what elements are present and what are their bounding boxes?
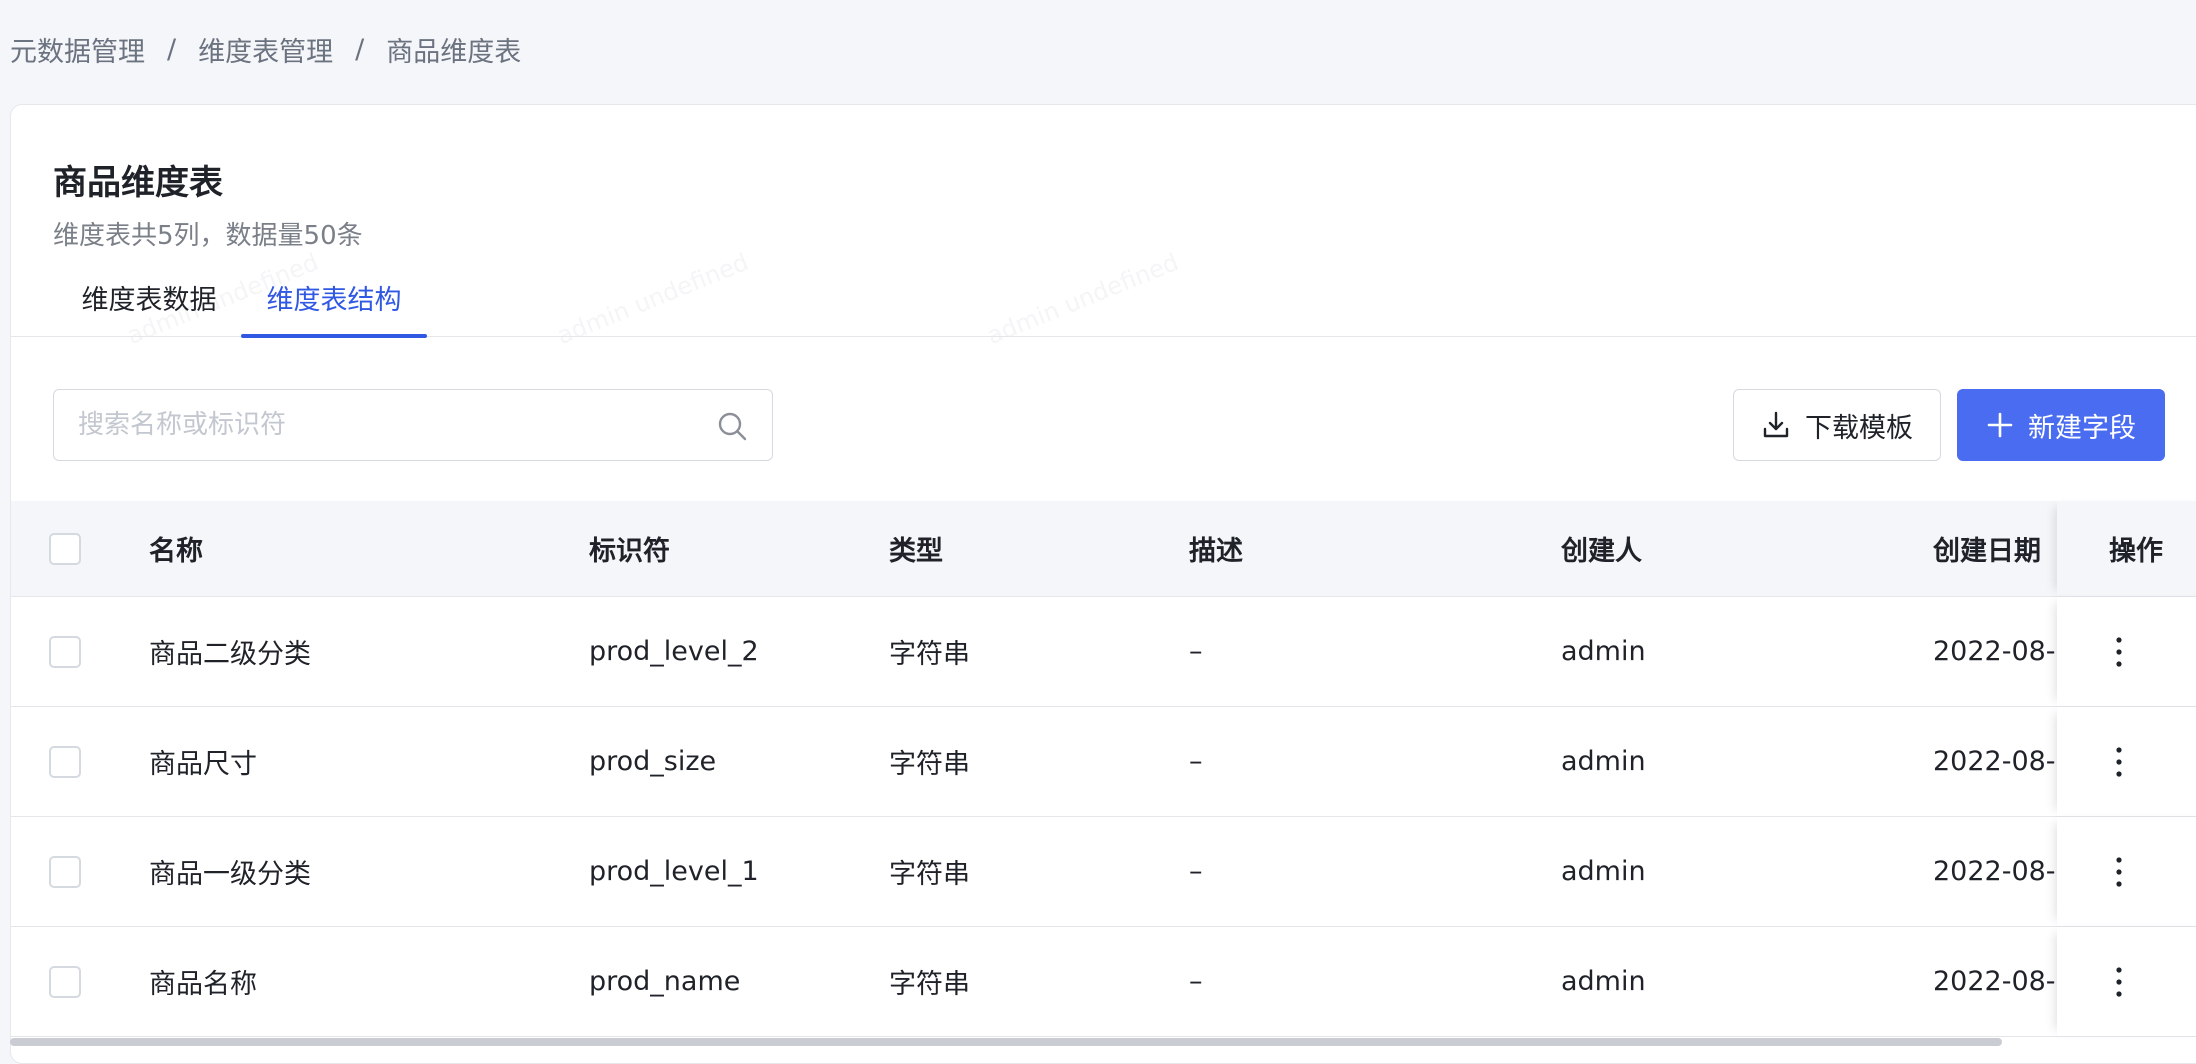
field-identifier: prod_level_2 <box>589 636 759 667</box>
search-box <box>53 389 773 461</box>
breadcrumb-separator: / <box>167 34 177 65</box>
field-created-date: 2022-08- <box>1933 966 2056 997</box>
table-row: 商品尺寸 prod_size 字符串 – admin 2022-08- <box>11 707 2196 817</box>
table-row: 商品一级分类 prod_level_1 字符串 – admin 2022-08- <box>11 817 2196 927</box>
tab-dimension-structure[interactable]: 维度表结构 <box>241 265 427 338</box>
breadcrumb-item-metadata[interactable]: 元数据管理 <box>10 30 145 69</box>
column-header-created-date[interactable]: 创建日期 <box>1933 501 2061 596</box>
row-actions-cell <box>2057 927 2196 1036</box>
breadcrumb: 元数据管理 / 维度表管理 / 商品维度表 <box>10 30 521 69</box>
row-check-cell <box>49 707 83 816</box>
new-field-label: 新建字段 <box>2028 412 2136 444</box>
column-header-actions: 操作 <box>2057 501 2196 596</box>
field-identifier: prod_name <box>589 966 741 997</box>
field-description: – <box>1189 746 1203 777</box>
field-description: – <box>1189 856 1203 887</box>
select-all-cell <box>49 501 83 596</box>
field-name: 商品一级分类 <box>149 859 311 890</box>
page-title: 商品维度表 <box>53 163 223 203</box>
download-template-button[interactable]: 下载模板 <box>1733 389 1941 461</box>
row-check-cell <box>49 927 83 1036</box>
row-checkbox[interactable] <box>49 965 81 998</box>
scrollbar-thumb[interactable] <box>10 1038 2002 1046</box>
column-header-name[interactable]: 名称 <box>149 501 569 596</box>
table-row: 商品二级分类 prod_level_2 字符串 – admin 2022-08- <box>11 597 2196 707</box>
field-name: 商品名称 <box>149 969 257 1000</box>
field-name: 商品尺寸 <box>149 749 257 780</box>
field-description: – <box>1189 636 1203 667</box>
field-creator: admin <box>1561 856 1646 887</box>
field-name: 商品二级分类 <box>149 639 311 670</box>
breadcrumb-item-dimension-tables[interactable]: 维度表管理 <box>198 30 333 69</box>
row-checkbox[interactable] <box>49 635 81 668</box>
field-type: 字符串 <box>889 639 970 670</box>
page-subtitle: 维度表共5列，数据量50条 <box>53 221 363 251</box>
field-creator: admin <box>1561 966 1646 997</box>
field-identifier: prod_size <box>589 746 717 777</box>
more-vertical-icon[interactable] <box>2109 964 2129 1000</box>
row-check-cell <box>49 597 83 706</box>
row-checkbox[interactable] <box>49 855 81 888</box>
more-vertical-icon[interactable] <box>2109 634 2129 670</box>
content-card: admin undefined admin undefined admin un… <box>10 104 2196 1064</box>
plus-icon <box>1987 412 2013 438</box>
tab-dimension-data[interactable]: 维度表数据 <box>67 265 231 337</box>
new-field-button[interactable]: 新建字段 <box>1957 389 2165 461</box>
field-type: 字符串 <box>889 859 970 890</box>
field-description: – <box>1189 966 1203 997</box>
field-creator: admin <box>1561 746 1646 777</box>
field-type: 字符串 <box>889 969 970 1000</box>
field-created-date: 2022-08- <box>1933 636 2056 667</box>
row-checkbox[interactable] <box>49 745 81 778</box>
row-check-cell <box>49 817 83 926</box>
search-input[interactable] <box>78 390 698 460</box>
column-header-type[interactable]: 类型 <box>889 501 1179 596</box>
field-type: 字符串 <box>889 749 970 780</box>
column-header-description[interactable]: 描述 <box>1189 501 1549 596</box>
tab-bar: 维度表数据 维度表结构 <box>11 265 2196 338</box>
table-header: 名称 标识符 类型 描述 创建人 创建日期 操作 <box>11 501 2196 597</box>
table-row: 商品名称 prod_name 字符串 – admin 2022-08- <box>11 927 2196 1037</box>
more-vertical-icon[interactable] <box>2109 854 2129 890</box>
select-all-checkbox[interactable] <box>49 532 81 565</box>
download-icon <box>1763 411 1789 438</box>
field-identifier: prod_level_1 <box>589 856 759 887</box>
column-header-creator[interactable]: 创建人 <box>1561 501 1921 596</box>
field-creator: admin <box>1561 636 1646 667</box>
row-actions-cell <box>2057 707 2196 816</box>
breadcrumb-separator: / <box>355 34 365 65</box>
breadcrumb-item-current: 商品维度表 <box>386 37 522 68</box>
row-actions-cell <box>2057 597 2196 706</box>
column-header-identifier[interactable]: 标识符 <box>589 501 879 596</box>
search-icon[interactable] <box>716 410 748 442</box>
horizontal-scrollbar[interactable] <box>10 1036 2196 1048</box>
fields-table: 名称 标识符 类型 描述 创建人 创建日期 操作 商品二级分类 prod_lev… <box>11 501 2196 1037</box>
field-created-date: 2022-08- <box>1933 746 2056 777</box>
more-vertical-icon[interactable] <box>2109 744 2129 780</box>
field-created-date: 2022-08- <box>1933 856 2056 887</box>
download-template-label: 下载模板 <box>1805 412 1913 444</box>
row-actions-cell <box>2057 817 2196 926</box>
